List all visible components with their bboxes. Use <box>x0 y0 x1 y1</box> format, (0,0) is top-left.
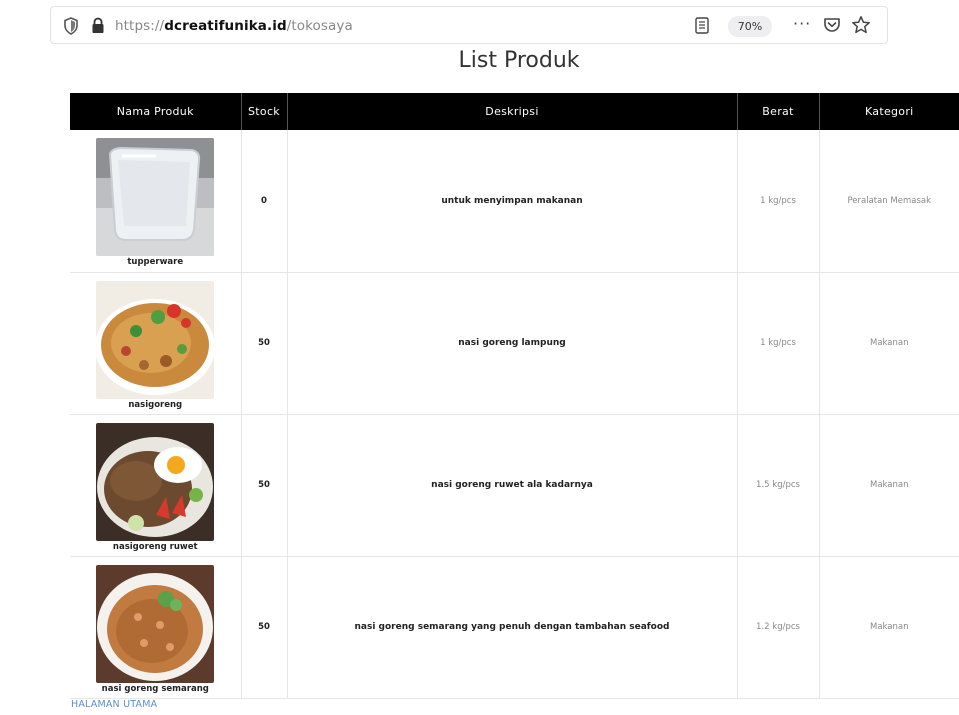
column-header-name: Nama Produk <box>70 93 242 130</box>
stock-value: 0 <box>261 195 267 206</box>
weight-cell: 1 kg/pcs <box>737 272 820 415</box>
weight-cell: 1.2 kg/pcs <box>737 556 820 699</box>
lock-icon[interactable] <box>91 17 105 34</box>
stock-cell: 50 <box>241 272 288 415</box>
category-cell: Makanan <box>819 414 959 557</box>
category-value: Peralatan Memasak <box>847 195 932 206</box>
tracking-shield-icon[interactable] <box>63 17 79 35</box>
column-header-description: Deskripsi <box>287 93 738 130</box>
page-title: List Produk <box>458 48 580 73</box>
product-table: Nama Produk Stock Deskripsi Berat Katego… <box>70 93 959 699</box>
weight-value: 1 kg/pcs <box>760 195 796 206</box>
product-name-cell: nasigoreng <box>70 272 242 415</box>
category-cell: Makanan <box>819 556 959 699</box>
product-name-cell: tupperware <box>70 130 242 273</box>
url-prefix: https:// <box>115 18 165 34</box>
column-header-stock: Stock <box>241 93 288 130</box>
product-image <box>96 564 215 683</box>
stock-value: 50 <box>258 338 270 348</box>
more-actions-icon[interactable]: ··· <box>793 14 811 33</box>
category-value: Makanan <box>869 338 909 348</box>
stock-value: 50 <box>258 622 270 632</box>
product-name: tupperware <box>127 257 184 268</box>
stock-value: 50 <box>258 480 270 490</box>
category-value: Makanan <box>869 622 909 632</box>
column-header-weight: Berat <box>737 93 820 130</box>
description-cell: nasi goreng lampung <box>287 272 738 415</box>
column-header-category: Kategori <box>819 93 959 130</box>
stock-cell: 50 <box>241 556 288 699</box>
description-cell: nasi goreng semarang yang penuh dengan t… <box>287 556 738 699</box>
stock-cell: 0 <box>241 130 288 273</box>
bookmark-star-icon[interactable] <box>851 15 871 35</box>
description-value: untuk menyimpan makanan <box>441 195 583 206</box>
table-row: nasi goreng semarang 50 nasi goreng sema… <box>70 556 959 699</box>
description-cell: nasi goreng ruwet ala kadarnya <box>287 414 738 557</box>
table-header-row: Nama Produk Stock Deskripsi Berat Katego… <box>70 93 959 130</box>
table-row: nasigoreng 50 nasi goreng lampung 1 kg/p… <box>70 272 959 415</box>
url-host: dcreatifunika.id <box>164 18 287 34</box>
product-name: nasigoreng ruwet <box>112 541 198 552</box>
product-image <box>96 138 215 257</box>
zoom-level-badge[interactable]: 70% <box>728 16 772 37</box>
home-page-link[interactable]: HALAMAN UTAMA <box>71 699 157 710</box>
weight-value: 1 kg/pcs <box>760 338 796 348</box>
pocket-icon[interactable] <box>823 16 841 34</box>
product-name-cell: nasi goreng semarang <box>70 556 242 699</box>
category-cell: Makanan <box>819 272 959 415</box>
browser-url-bar[interactable]: https://dcreatifunika.id/tokosaya 70% ··… <box>50 6 888 44</box>
weight-value: 1.2 kg/pcs <box>756 622 800 632</box>
reader-view-icon[interactable] <box>695 17 709 34</box>
category-cell: Peralatan Memasak <box>819 130 959 273</box>
weight-value: 1.5 kg/pcs <box>756 480 800 490</box>
product-name: nasigoreng <box>128 399 183 410</box>
product-image <box>96 280 215 399</box>
description-value: nasi goreng ruwet ala kadarnya <box>431 480 593 490</box>
url-path: /tokosaya <box>286 18 353 34</box>
weight-cell: 1.5 kg/pcs <box>737 414 820 557</box>
description-cell: untuk menyimpan makanan <box>287 130 738 273</box>
weight-cell: 1 kg/pcs <box>737 130 820 273</box>
table-row: tupperware 0 untuk menyimpan makanan 1 k… <box>70 130 959 273</box>
product-image <box>96 422 215 541</box>
table-row: nasigoreng ruwet 50 nasi goreng ruwet al… <box>70 414 959 557</box>
stock-cell: 50 <box>241 414 288 557</box>
description-value: nasi goreng lampung <box>458 338 566 348</box>
category-value: Makanan <box>869 480 909 490</box>
url-field[interactable]: https://dcreatifunika.id/tokosaya <box>115 18 353 34</box>
description-value: nasi goreng semarang yang penuh dengan t… <box>354 622 670 632</box>
product-name: nasi goreng semarang <box>101 683 209 694</box>
product-name-cell: nasigoreng ruwet <box>70 414 242 557</box>
